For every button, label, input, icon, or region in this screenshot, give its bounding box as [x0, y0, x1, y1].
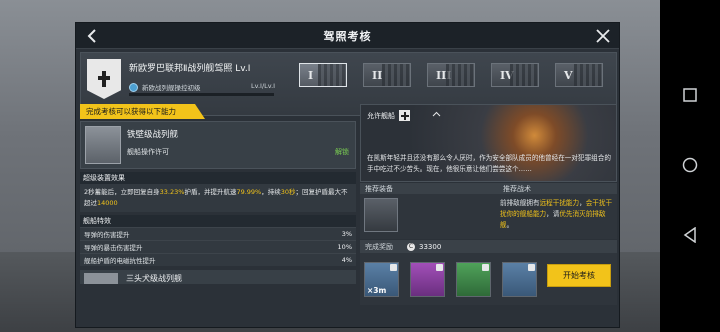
traits-heading: 舰船特效: [80, 215, 356, 227]
license-emblem: [87, 59, 121, 99]
back-triangle-icon: [683, 227, 696, 243]
cross-emblem-icon: [98, 71, 110, 87]
hero-image: 允许舰船 在凯斯年轻并且还没有那么令人厌时，作为安全部队成员的他曾经在一对犯罪组…: [360, 104, 617, 182]
license-exam-dialog: 驾照考核 新欧罗巴联邦Ⅱ战列舰驾照 Lv.I 新欧战列舰操控初级 Lv.I/Lv…: [75, 22, 620, 328]
tactic-heading: 推荐战术: [498, 183, 617, 194]
abilities-banner: 完成考核可以获得以下能力: [80, 104, 205, 119]
reward-qty: ×3m: [367, 285, 387, 295]
chevron-left-icon: [87, 29, 96, 43]
allowed-ship-label: 允许舰船: [367, 110, 441, 121]
ship-name: 铁壁级战列舰: [127, 130, 179, 140]
tier-tab-2[interactable]: II: [363, 63, 411, 87]
ship-unlock-status: 解锁: [335, 148, 349, 156]
battleship-thumbnail: [85, 126, 121, 164]
exam-info-panel: 允许舰船 在凯斯年轻并且还没有那么令人厌时，作为安全部队成员的他曾经在一对犯罪组…: [360, 104, 617, 324]
license-sub-label: 新欧战列舰操控初级: [142, 84, 201, 92]
close-button[interactable]: [593, 26, 613, 46]
start-exam-button[interactable]: 开始考核: [547, 264, 611, 287]
tier-tab-1[interactable]: I: [299, 63, 347, 87]
license-badge-icon: [129, 82, 138, 92]
tier-tab-4[interactable]: IV: [491, 63, 539, 87]
lock-icon: [482, 263, 489, 271]
tier-tabs: I II III IV V: [299, 63, 603, 87]
equip-cell: [360, 194, 498, 239]
reward-items: ×3m 开始考核: [360, 253, 617, 305]
ore-icon[interactable]: [502, 261, 537, 297]
lock-icon: [528, 263, 535, 271]
green-crystal-icon[interactable]: [456, 261, 491, 297]
recents-icon: [683, 88, 697, 102]
battleship-thumbnail-2: [84, 273, 118, 284]
coin-icon: C: [407, 242, 415, 251]
close-icon: [596, 29, 610, 43]
trait-row: 舰船护盾的电磁抗性提升 4%: [80, 253, 356, 266]
recents-button[interactable]: [675, 80, 705, 110]
ship-unlock-row-2[interactable]: 三头犬级战列舰: [80, 270, 356, 284]
reward-heading-row: 完成奖励 C 33300: [360, 240, 617, 253]
purple-gem-icon[interactable]: [410, 261, 445, 297]
android-nav-bar: [660, 0, 720, 332]
tier-tab-3[interactable]: III: [427, 63, 475, 87]
license-title: 新欧罗巴联邦Ⅱ战列舰驾照 Lv.I: [129, 64, 251, 74]
cross-emblem-icon: [399, 110, 410, 121]
upgrade-heading: 超级装置效果: [80, 172, 356, 184]
blueprint-icon[interactable]: ×3m: [364, 261, 399, 297]
tactic-text: 前排敌舰拥有远程干扰能力，会干扰干扰你的舰船能力，请优先消灭前排敌舰。: [500, 199, 613, 229]
back-button[interactable]: [82, 26, 102, 46]
license-progress-bar: [129, 93, 274, 96]
recommend-area: 前排敌舰拥有远程干扰能力，会干扰干扰你的舰船能力，请优先消灭前排敌舰。: [360, 194, 617, 239]
recommend-headings: 推荐装备 推荐战术: [360, 183, 617, 194]
home-icon: [432, 111, 441, 117]
story-text: 在凯斯年轻并且还没有那么令人厌时，作为安全部队成员的他曾经在一对犯罪组合的手中吃…: [367, 154, 611, 173]
equipment-icon[interactable]: [364, 198, 398, 232]
trait-row: 导弹的暴击伤害提升 10%: [80, 240, 356, 253]
reward-coin: C 33300: [407, 242, 442, 251]
trait-row: 导弹的伤害提升 3%: [80, 227, 356, 240]
upgrade-description: 2秒蓄能后，立即回复自身33.23%护盾，并提升航速79.99%，持续30秒；回…: [80, 184, 356, 212]
back-nav-button[interactable]: [675, 220, 705, 250]
home-circle-icon: [682, 157, 698, 173]
dialog-title: 驾照考核: [323, 29, 372, 43]
ship-permission: 舰船操作许可: [127, 148, 169, 156]
reward-coin-amount: 33300: [419, 242, 442, 251]
ship-unlock-row[interactable]: 铁壁级战列舰 舰船操作许可 解锁: [80, 121, 356, 169]
home-button[interactable]: [675, 150, 705, 180]
license-level: Lv.I/Lv.I: [251, 82, 276, 90]
tier-tab-5[interactable]: V: [555, 63, 603, 87]
abilities-panel: 完成考核可以获得以下能力 铁壁级战列舰 舰船操作许可 解锁 超级装置效果 2秒蓄…: [80, 104, 356, 324]
lock-icon: [436, 263, 443, 271]
equip-heading: 推荐装备: [360, 183, 498, 194]
title-bar: 驾照考核: [76, 23, 619, 49]
reward-heading: 完成奖励: [365, 242, 393, 251]
ship-name-2: 三头犬级战列舰: [126, 274, 182, 283]
lock-icon: [390, 263, 397, 271]
license-subtitle: 新欧战列舰操控初级: [129, 82, 201, 92]
